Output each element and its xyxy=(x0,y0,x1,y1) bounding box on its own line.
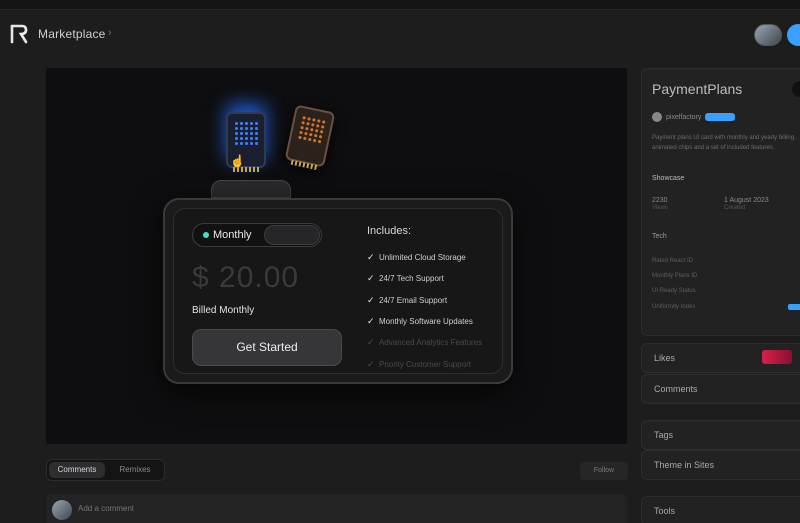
list-item: ✓ Priority Customer Support xyxy=(367,358,472,369)
check-icon: ✓ xyxy=(367,337,375,348)
orange-chip-icon[interactable] xyxy=(284,104,336,171)
comment-box xyxy=(46,494,627,523)
comment-input[interactable] xyxy=(78,504,478,513)
check-icon: ✓ xyxy=(367,358,375,369)
list-item: ✓ Unlimited Cloud Storage xyxy=(367,252,466,263)
theme-section[interactable]: Theme in Sites xyxy=(641,450,800,480)
follow-button[interactable]: Follow xyxy=(580,462,628,480)
stat-created: 1 August 2023 xyxy=(724,197,769,204)
list-item: ✓ Monthly Software Updates xyxy=(367,316,473,327)
get-started-button[interactable]: Get Started xyxy=(192,329,342,366)
avatar xyxy=(652,112,662,122)
list-item: Monthly Plans ID xyxy=(652,273,698,280)
comments-section[interactable]: Comments xyxy=(641,374,800,404)
likes-section[interactable]: Likes xyxy=(641,343,800,373)
browser-top-strip xyxy=(0,0,800,10)
panel-title: PaymentPlans xyxy=(652,81,743,97)
more-icon[interactable] xyxy=(792,81,800,97)
preview-canvas: ☝ Monthly $ 20.00 Billed Monthly Get Sta… xyxy=(46,68,627,444)
pro-badge xyxy=(705,113,736,121)
pricing-card: Monthly $ 20.00 Billed Monthly Get Start… xyxy=(163,198,513,384)
toggle-knob[interactable] xyxy=(264,225,320,245)
list-item: Rated React ID xyxy=(652,257,694,264)
breadcrumb-separator: › xyxy=(108,27,112,39)
app-header: Marketplace › xyxy=(0,10,800,60)
author-row[interactable]: pixelfactory xyxy=(652,111,736,123)
check-icon: ✓ xyxy=(367,316,375,327)
logo-icon[interactable] xyxy=(10,24,28,44)
list-item: ✓ 24/7 Email Support xyxy=(367,294,448,305)
tab-remixes[interactable]: Remixes xyxy=(107,462,163,478)
list-item: ✓ 24/7 Tech Support xyxy=(367,273,444,284)
active-dot-icon xyxy=(203,232,209,238)
check-icon: ✓ xyxy=(367,273,375,284)
showcase-label: Showcase xyxy=(652,175,685,182)
status-badge xyxy=(788,303,800,310)
stat-label-views: Views xyxy=(652,205,668,211)
tab-comments[interactable]: Comments xyxy=(49,462,105,478)
tags-label: Tags xyxy=(654,430,674,440)
tools-section[interactable]: Tools xyxy=(641,496,800,523)
tools-label: Tools xyxy=(654,506,676,516)
tech-label: Tech xyxy=(652,233,667,240)
hand-cursor-icon: ☝ xyxy=(230,154,245,168)
pricing-card-inner: Monthly $ 20.00 Billed Monthly Get Start… xyxy=(173,208,503,374)
billing-toggle-label: Monthly xyxy=(213,229,252,241)
description: Payment plans UI card with monthly and y… xyxy=(652,135,796,151)
author-name[interactable]: pixelfactory xyxy=(666,114,701,121)
menu-icon[interactable] xyxy=(787,24,800,46)
stat-label-created: Created xyxy=(724,205,746,211)
billing-toggle[interactable]: Monthly xyxy=(192,223,322,247)
avatar xyxy=(52,500,72,520)
details-panel: PaymentPlans pixelfactory Payment plans … xyxy=(641,68,800,336)
theme-label: Theme in Sites xyxy=(654,460,715,470)
likes-label: Likes xyxy=(654,353,676,363)
includes-title: Includes: xyxy=(367,225,412,237)
likes-thumbnail[interactable] xyxy=(762,350,792,364)
user-avatar[interactable] xyxy=(754,24,782,46)
check-icon: ✓ xyxy=(367,294,375,305)
includes-list: ✓ Unlimited Cloud Storage ✓ 24/7 Tech Supp… xyxy=(367,247,507,375)
billing-note: Billed Monthly xyxy=(192,305,255,316)
app-title[interactable]: Marketplace xyxy=(38,27,106,41)
stat-views: 2230 xyxy=(652,197,668,204)
tech-list: Rated React ID Monthly Plans ID UI Ready… xyxy=(652,253,800,315)
list-item: UI Ready Status xyxy=(652,288,696,295)
tags-section[interactable]: Tags xyxy=(641,420,800,450)
list-item: ✓ Advanced Analytics Features xyxy=(367,337,483,348)
check-icon: ✓ xyxy=(367,252,375,263)
comments-remixes-tabs: Comments Remixes xyxy=(46,459,165,481)
chip-stand xyxy=(211,180,291,198)
price: $ 20.00 xyxy=(192,261,300,294)
list-item: Uniformity Index xyxy=(652,299,800,314)
comments-label: Comments xyxy=(654,384,698,394)
stats: 2230 1 August 2023 Views Created xyxy=(652,197,800,211)
